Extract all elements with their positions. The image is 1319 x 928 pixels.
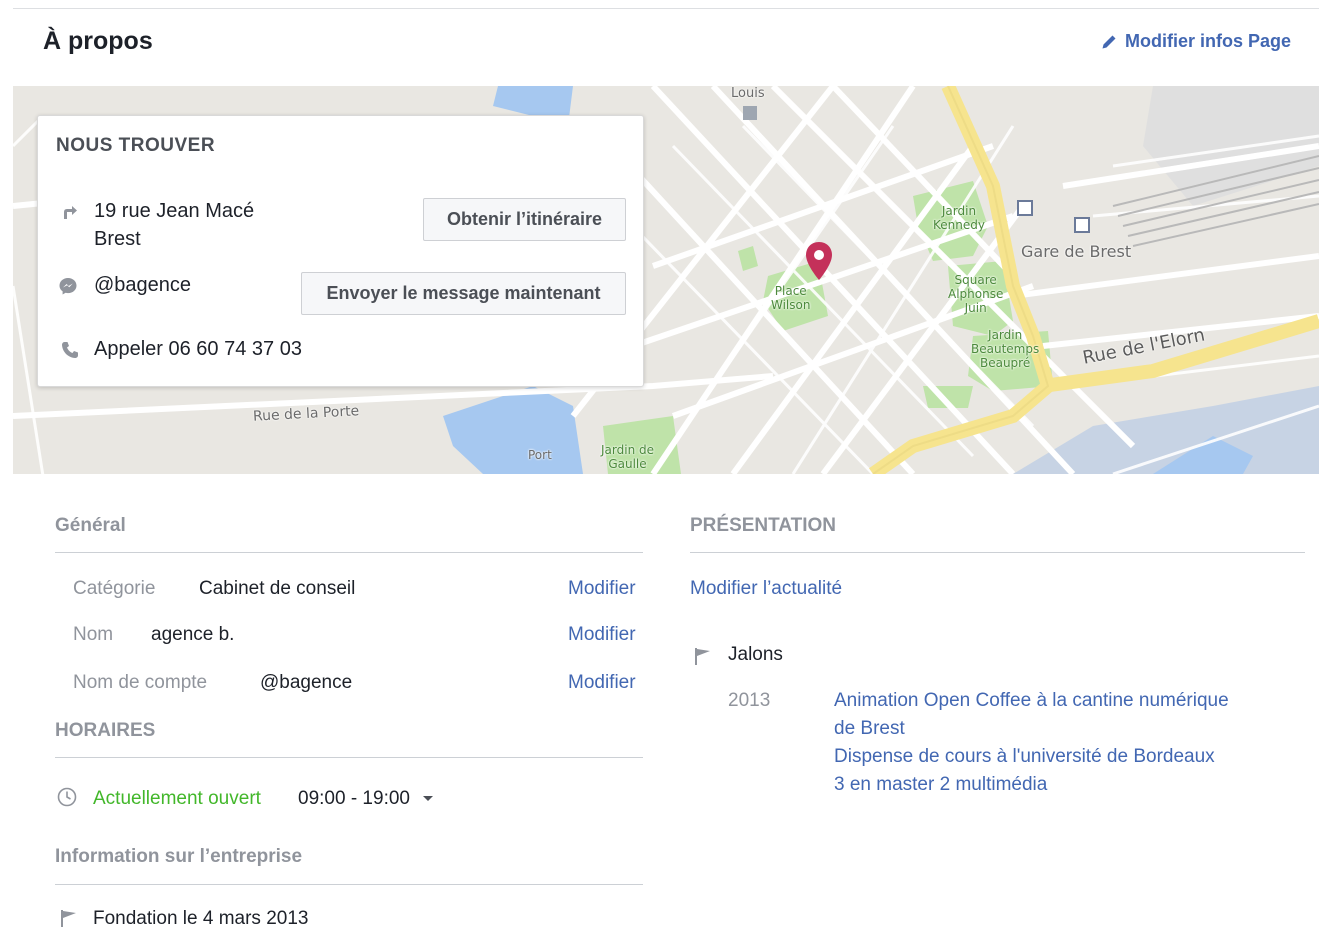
general-divider [55,552,643,553]
find-us-title: NOUS TROUVER [56,135,216,156]
map-label-louis: Louis [731,86,765,101]
pencil-icon [1102,35,1116,48]
name-value: agence b. [151,624,235,645]
address-line-1: 19 rue Jean Macé [94,200,255,222]
messenger-icon [57,275,79,297]
founded-date: Fondation le 4 mars 2013 [93,908,309,928]
map-label-port: Port [528,448,552,462]
caret-down-icon [423,796,434,802]
map-label-jardin-de-gaulle: Jardin de Gaulle [601,443,654,471]
milestone-line[interactable]: Animation Open Coffee à la cantine numér… [834,687,1304,715]
messenger-handle: @bagence [94,274,192,296]
map-label-jardin-beautemps-beaupre: Jardin Beautemps Beaupré [971,328,1040,370]
map-label-jardin-kennedy: Jardin Kennedy [933,204,985,232]
edit-name-link[interactable]: Modifier [568,624,636,646]
milestone-line[interactable]: 3 en master 2 multimédia [834,771,1304,799]
milestone-line[interactable]: de Brest [834,715,1304,743]
edit-page-info-label: Modifier infos Page [1124,31,1291,51]
get-directions-button[interactable]: Obtenir l’itinéraire [423,198,626,241]
map-label-place-wilson: Place Wilson [771,284,811,312]
edit-page-info-link[interactable]: Modifier infos Page [1101,31,1291,52]
presentation-divider [690,552,1305,553]
business-info-heading: Information sur l’entreprise [55,846,303,867]
page-title: À propos [43,27,153,55]
flag-icon [58,907,80,928]
hours-divider [55,757,643,758]
location-pin-icon[interactable] [805,241,833,281]
category-value: Cabinet de conseil [199,578,356,599]
name-label: Nom [73,624,114,645]
business-info-divider [55,884,643,885]
edit-category-link[interactable]: Modifier [568,578,636,600]
send-message-button[interactable]: Envoyer le message maintenant [301,272,626,315]
map-label-gare-de-brest: Gare de Brest [1021,242,1132,261]
open-status: Actuellement ouvert [93,788,261,809]
find-us-card: NOUS TROUVER 19 rue Jean Macé Brest Obte… [37,115,644,387]
top-divider [13,8,1319,9]
milestone-year: 2013 [728,690,771,711]
hours-range: 09:00 - 19:00 [298,788,410,809]
map-label-square-alphonse-juin: Square Alphonse Juin [948,273,1004,315]
category-label: Catégorie [73,578,156,599]
account-name-label: Nom de compte [73,672,208,693]
milestones-label: Jalons [728,644,783,665]
clock-icon [56,786,78,808]
edit-story-link[interactable]: Modifier l’actualité [690,578,842,600]
hours-heading: HORAIRES [55,720,156,741]
directions-arrow-icon [58,201,80,223]
phone-icon [59,339,81,361]
hours-range-dropdown[interactable]: 09:00 - 19:00 [298,788,434,810]
address-line-2: Brest [94,228,141,250]
account-name-value: @bagence [260,672,353,693]
call-phone-link[interactable]: Appeler 06 60 74 37 03 [94,335,302,363]
address-text: 19 rue Jean Macé Brest [94,197,254,253]
general-heading: Général [55,515,126,536]
milestones-flag-icon [692,645,714,667]
milestone-list: Animation Open Coffee à la cantine numér… [834,687,1304,799]
edit-account-name-link[interactable]: Modifier [568,672,636,694]
milestone-line[interactable]: Dispense de cours à l'université de Bord… [834,743,1304,771]
presentation-heading: PRÉSENTATION [690,515,837,536]
